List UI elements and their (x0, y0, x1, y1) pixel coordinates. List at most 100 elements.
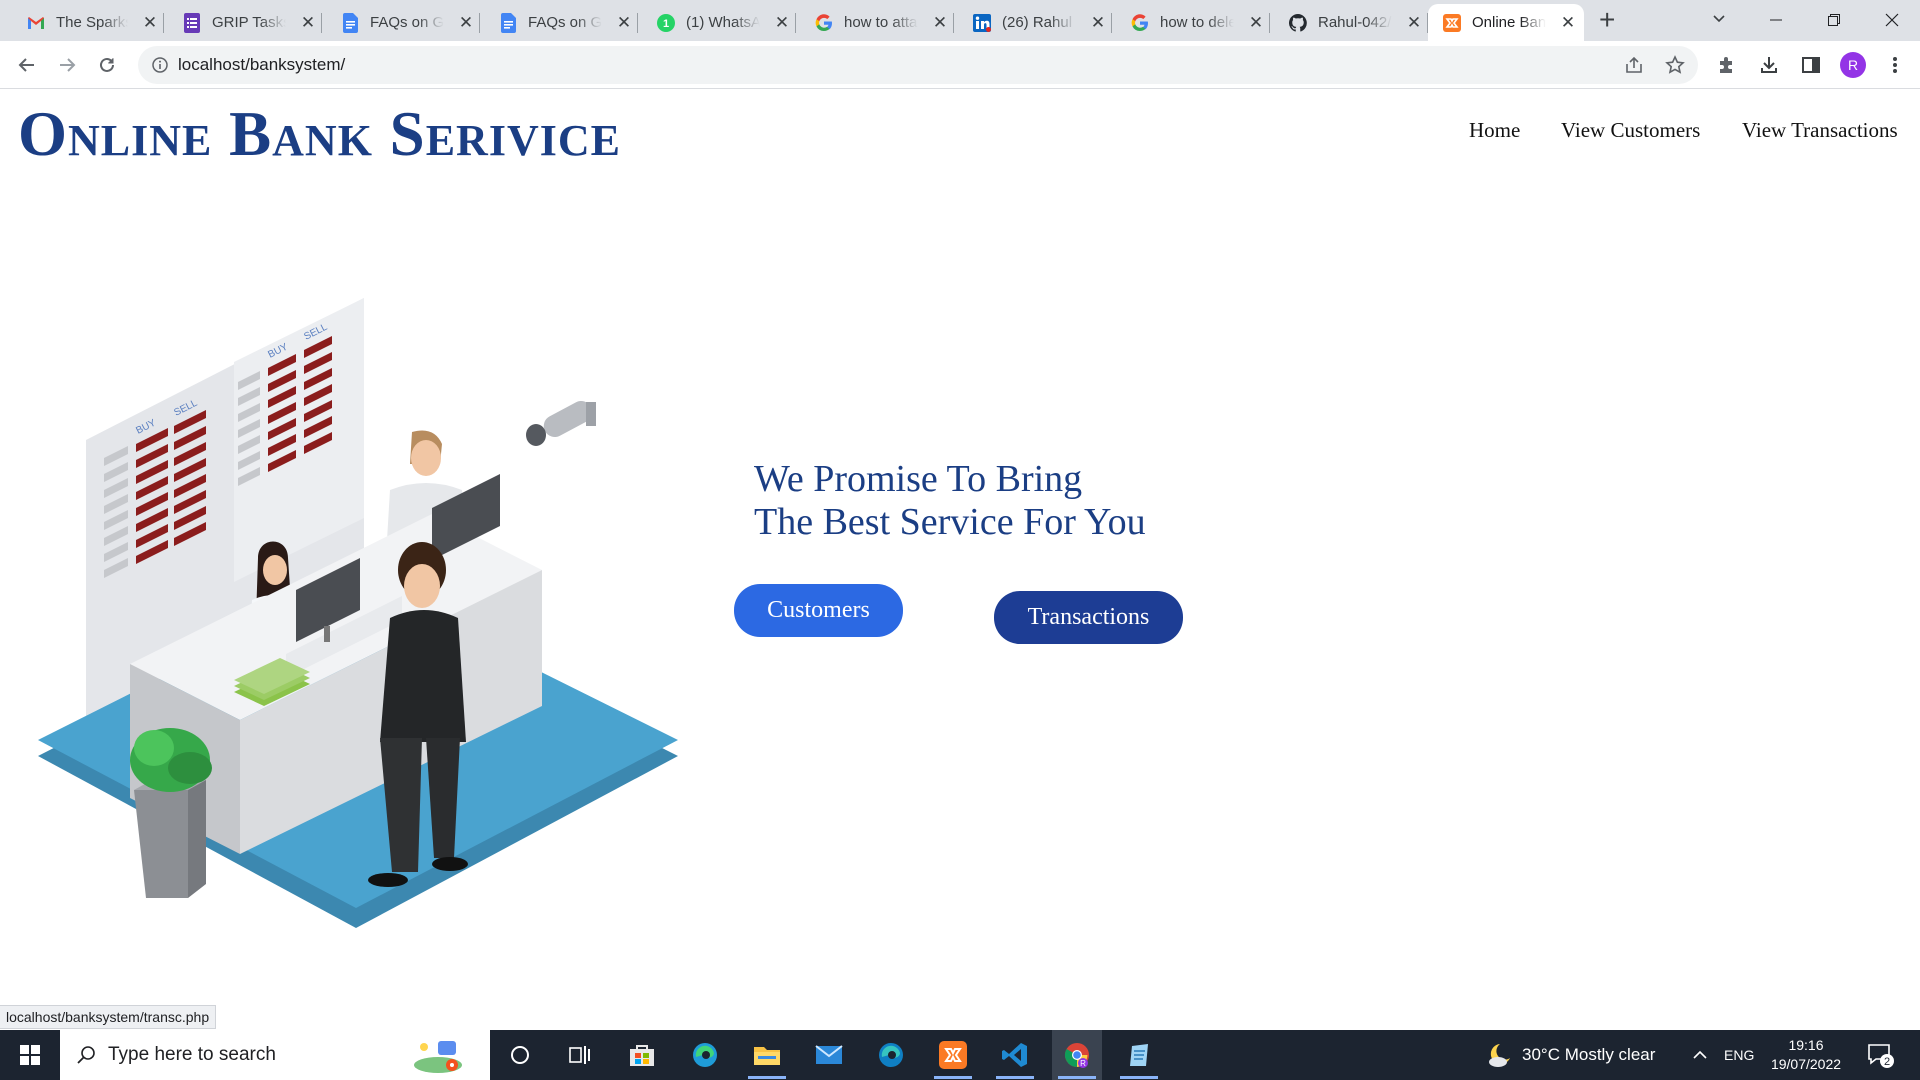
new-tab-button[interactable]: + (1599, 6, 1615, 34)
nav-view-customers[interactable]: View Customers (1561, 118, 1700, 143)
search-icon (76, 1045, 96, 1065)
close-icon[interactable]: ✕ (932, 13, 948, 33)
side-panel-icon[interactable] (1796, 50, 1826, 80)
tab-google-delete[interactable]: how to delete ✕ (1116, 4, 1270, 41)
search-highlight-icon (408, 1037, 468, 1075)
transactions-button[interactable]: Transactions (994, 591, 1183, 644)
headline-line-1: We Promise To Bring (754, 458, 1083, 500)
tab-separator (479, 13, 480, 33)
nav-view-transactions[interactable]: View Transactions (1742, 118, 1898, 143)
clock-date: 19/07/2022 (1770, 1056, 1842, 1072)
headline-line-2: The Best Service For You (754, 501, 1146, 543)
close-icon[interactable]: ✕ (1090, 13, 1106, 33)
tab-faqs-1[interactable]: FAQs on GRIP ✕ (326, 4, 480, 41)
tab-title: GRIP Tasks Sheet (212, 14, 286, 31)
tab-title: Online Bank (1472, 14, 1546, 31)
tab-title: The Sparks Foundation (56, 14, 128, 31)
tab-online-bank[interactable]: Online Bank ✕ (1428, 4, 1584, 41)
tab-google-attach[interactable]: how to attach ✕ (800, 4, 954, 41)
browser-toolbar: R (0, 41, 1920, 89)
gmail-icon (26, 13, 46, 33)
tab-whatsapp[interactable]: 1 (1) WhatsApp ✕ (642, 4, 796, 41)
windows-start-icon[interactable] (0, 1030, 60, 1080)
extensions-puzzle-icon[interactable] (1712, 50, 1742, 80)
linkedin-icon (972, 13, 992, 33)
close-window-button[interactable] (1864, 0, 1920, 40)
more-menu-icon[interactable] (1880, 50, 1910, 80)
tab-github[interactable]: Rahul-042/ ✕ (1274, 4, 1428, 41)
tab-title: Rahul-042/ (1318, 14, 1392, 31)
notification-center-icon[interactable]: 2 (1866, 1030, 1894, 1080)
reload-button[interactable] (92, 50, 122, 80)
svg-text:R: R (1080, 1059, 1086, 1068)
close-icon[interactable]: ✕ (774, 13, 790, 33)
search-placeholder: Type here to search (108, 1044, 276, 1065)
taskbar-clock[interactable]: 19:16 19/07/2022 (1760, 1036, 1852, 1074)
download-icon[interactable] (1754, 50, 1784, 80)
google-icon (814, 13, 834, 33)
tab-title: (1) WhatsApp (686, 14, 760, 31)
security-camera (526, 400, 596, 446)
potted-plant (130, 728, 212, 898)
status-bar-link-preview: localhost/banksystem/transc.php (0, 1005, 217, 1029)
google-icon (1130, 13, 1150, 33)
chrome-icon[interactable]: R (1052, 1030, 1102, 1080)
mail-icon[interactable] (804, 1030, 854, 1080)
tab-search-chevron-icon[interactable] (1708, 8, 1730, 30)
site-info-icon[interactable] (152, 57, 168, 73)
hero-headline: We Promise To Bring The Best Service For… (754, 458, 1146, 544)
edge-icon[interactable] (680, 1030, 730, 1080)
customers-button[interactable]: Customers (734, 584, 903, 637)
whatsapp-icon: 1 (656, 13, 676, 33)
forms-icon (182, 12, 202, 33)
tab-title: FAQs on GRIP (528, 14, 602, 31)
task-view-icon[interactable] (555, 1030, 605, 1080)
url-input[interactable] (178, 55, 1578, 75)
tab-separator (637, 13, 638, 33)
language-indicator[interactable]: ENG (1724, 1030, 1754, 1080)
bookmark-star-icon[interactable] (1665, 55, 1685, 75)
xampp-taskbar-icon[interactable] (928, 1030, 978, 1080)
taskbar-search-box[interactable]: Type here to search (60, 1030, 490, 1080)
bank-counter-illustration: BUY SELL BUY SELL (38, 298, 678, 928)
tab-title: how to attach (844, 14, 918, 31)
edge-beta-icon[interactable] (866, 1030, 916, 1080)
xampp-icon (1442, 13, 1462, 33)
github-icon (1288, 13, 1308, 33)
close-icon[interactable]: ✕ (1406, 13, 1422, 33)
back-button[interactable] (12, 50, 42, 80)
windows-taskbar: Type here to search R 30°C Mostly clear … (0, 1030, 1920, 1080)
profile-avatar[interactable]: R (1840, 52, 1866, 78)
microsoft-store-icon[interactable] (617, 1030, 667, 1080)
cortana-icon[interactable] (495, 1030, 545, 1080)
file-explorer-icon[interactable] (742, 1030, 792, 1080)
address-bar[interactable] (138, 46, 1698, 84)
weather-widget[interactable]: 30°C Mostly clear (1486, 1030, 1655, 1080)
tab-linkedin[interactable]: (26) Rahul K ✕ (958, 4, 1112, 41)
tab-title: how to delete (1160, 14, 1234, 31)
site-brand-title: Online Bank Serivice (18, 99, 621, 169)
close-icon[interactable]: ✕ (300, 13, 316, 33)
show-hidden-icons-chevron-icon[interactable] (1692, 1030, 1708, 1080)
close-icon[interactable]: ✕ (1248, 13, 1264, 33)
svg-text:1: 1 (663, 18, 669, 30)
close-icon[interactable]: ✕ (1560, 13, 1576, 33)
tab-faqs-2[interactable]: FAQs on GRIP ✕ (484, 4, 638, 41)
forward-button[interactable] (52, 50, 82, 80)
close-icon[interactable]: ✕ (616, 13, 632, 33)
docs-icon (498, 12, 518, 33)
tab-title: (26) Rahul K (1002, 14, 1076, 31)
close-icon[interactable]: ✕ (142, 13, 158, 33)
tab-separator (163, 13, 164, 33)
vscode-icon[interactable] (990, 1030, 1040, 1080)
tab-gmail[interactable]: The Sparks Foundation ✕ (12, 4, 164, 41)
notification-count: 2 (1884, 1056, 1890, 1068)
notepad-icon[interactable] (1114, 1030, 1164, 1080)
web-page: Online Bank Serivice Home View Customers… (0, 90, 1920, 1030)
restore-button[interactable] (1806, 0, 1862, 40)
minimize-button[interactable] (1748, 0, 1804, 40)
close-icon[interactable]: ✕ (458, 13, 474, 33)
nav-home[interactable]: Home (1469, 118, 1520, 143)
tab-grip-tasks[interactable]: GRIP Tasks Sheet ✕ (168, 4, 322, 41)
share-icon[interactable] (1624, 55, 1644, 75)
